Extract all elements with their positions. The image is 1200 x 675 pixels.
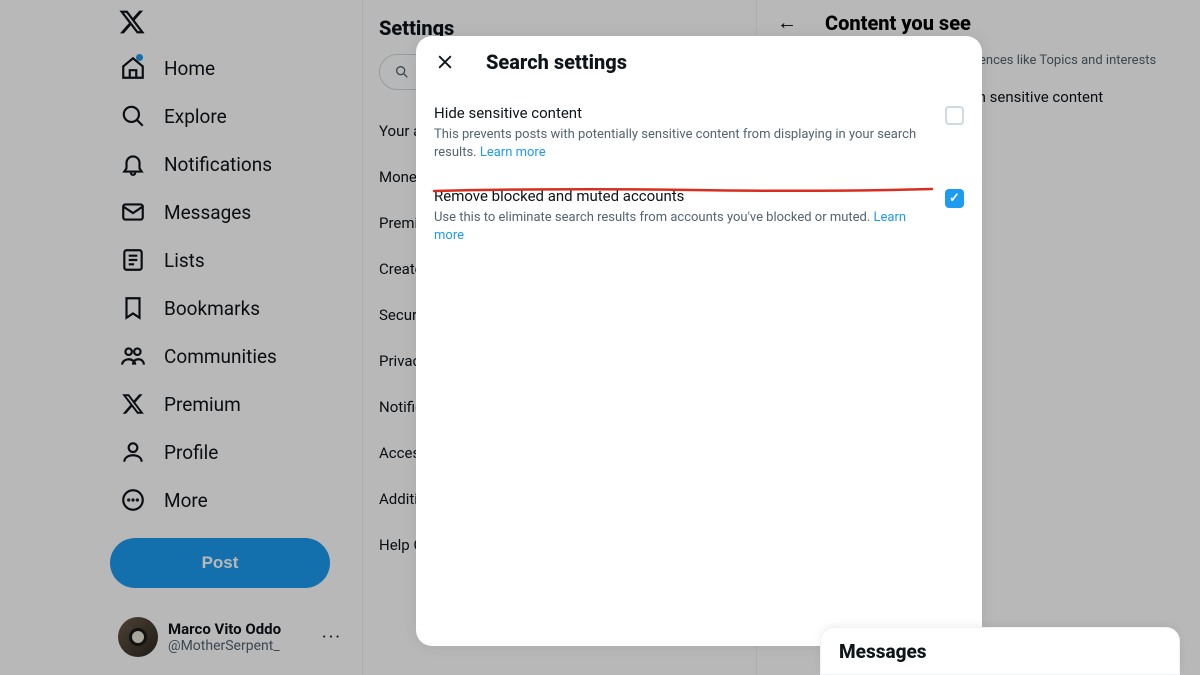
sidebar-nav: Home Explore Notifications Messages List… [0,0,362,675]
sidebar-item-label: Home [164,57,215,80]
sidebar-item-label: Bookmarks [164,297,260,320]
sidebar-item-notifications[interactable]: Notifications [110,140,362,188]
sidebar-item-messages[interactable]: Messages [110,188,362,236]
account-handle: @MotherSerpent_ [168,638,281,654]
hide-sensitive-checkbox[interactable] [945,106,964,125]
avatar [118,617,158,657]
more-icon[interactable]: ··· [322,627,342,648]
sidebar-item-profile[interactable]: Profile [110,428,362,476]
close-icon[interactable] [434,51,456,73]
content-title: Content you see [825,11,971,35]
modal-header: Search settings [434,50,964,74]
search-icon [394,64,410,80]
sidebar-item-premium[interactable]: Premium [110,380,362,428]
messages-drawer-label: Messages [839,640,927,663]
sidebar-item-communities[interactable]: Communities [110,332,362,380]
sidebar-item-lists[interactable]: Lists [110,236,362,284]
search-settings-modal: Search settings Hide sensitive content T… [416,36,982,646]
sidebar-item-label: Notifications [164,153,272,176]
hide-sensitive-row: Hide sensitive content This prevents pos… [434,96,964,179]
sidebar-item-label: Profile [164,441,218,464]
x-logo-icon[interactable] [118,8,146,36]
remove-blocked-checkbox[interactable] [945,189,964,208]
people-icon [120,343,146,369]
sidebar-item-label: Messages [164,201,251,224]
bookmark-icon [120,295,146,321]
content-header: ← Content you see [777,10,1180,35]
post-button[interactable]: Post [110,538,330,588]
search-icon [120,103,146,129]
more-circle-icon [120,487,146,513]
hide-sensitive-title: Hide sensitive content [434,104,933,122]
sidebar-item-label: Lists [164,249,205,272]
remove-blocked-title: Remove blocked and muted accounts [434,187,933,205]
list-icon [120,247,146,273]
sidebar-item-label: More [164,489,208,512]
mail-icon [120,199,146,225]
remove-blocked-row: Remove blocked and muted accounts Use th… [434,179,964,262]
remove-blocked-desc: Use this to eliminate search results fro… [434,210,870,225]
back-arrow-icon[interactable]: ← [777,10,797,35]
learn-more-link[interactable]: Learn more [480,145,546,160]
modal-title: Search settings [486,50,627,74]
account-name: Marco Vito Oddo [168,620,281,638]
sidebar-item-label: Communities [164,345,277,368]
sidebar-item-home[interactable]: Home [110,44,362,92]
sidebar-item-label: Explore [164,105,227,128]
x-icon [120,391,146,417]
notification-dot-icon [136,54,143,61]
person-icon [120,439,146,465]
sidebar-item-bookmarks[interactable]: Bookmarks [110,284,362,332]
bell-icon [120,151,146,177]
sidebar-item-explore[interactable]: Explore [110,92,362,140]
messages-drawer[interactable]: Messages [820,627,1180,675]
account-meta: Marco Vito Oddo @MotherSerpent_ [168,620,281,654]
account-switcher[interactable]: Marco Vito Oddo @MotherSerpent_ ··· [110,609,350,665]
sidebar-item-more[interactable]: More [110,476,362,524]
sidebar-item-label: Premium [164,393,241,416]
